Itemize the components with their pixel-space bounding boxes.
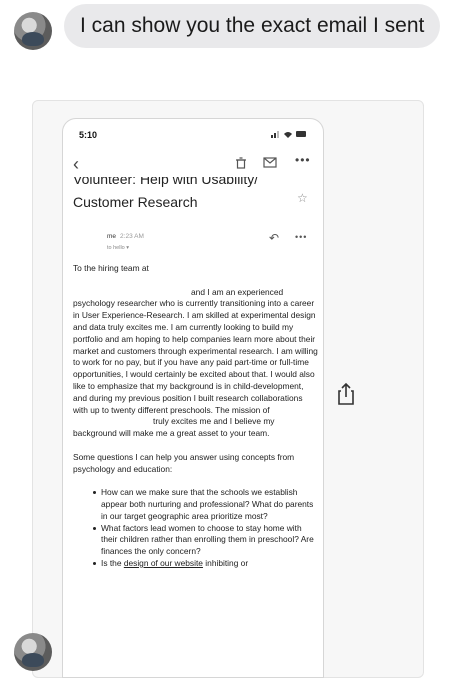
message-more-icon[interactable]: •••	[295, 232, 307, 242]
question-list: How can we make sure that the schools we…	[93, 487, 318, 570]
mail-icon[interactable]	[263, 157, 277, 168]
website-link[interactable]: design of our website	[124, 558, 203, 568]
list-item: Is the design of our website inhibiting …	[93, 558, 318, 570]
email-toolbar: ‹ •••	[63, 149, 323, 175]
sender-line: me 2:23 AM	[107, 233, 144, 240]
more-options-icon[interactable]: •••	[295, 153, 311, 167]
email-subject-partial: Volunteer: Help with Usability/	[73, 177, 259, 187]
paragraph-2: Some questions I can help you answer usi…	[73, 451, 295, 474]
list-item: How can we make sure that the schools we…	[93, 487, 318, 522]
message-text: I can show you the exact email I sent	[80, 14, 425, 37]
greeting: To the hiring team at	[73, 263, 149, 273]
share-icon[interactable]	[336, 382, 356, 406]
status-bar: 5:10	[63, 119, 323, 145]
avatar[interactable]	[14, 12, 52, 50]
email-screenshot: 5:10 ‹ ••• Volunteer: Help with Usabilit…	[62, 118, 324, 678]
reply-icon[interactable]: ↶	[269, 231, 279, 245]
star-icon[interactable]: ☆	[297, 191, 308, 205]
list-item: What factors lead women to choose to sta…	[93, 523, 318, 558]
signal-wifi-battery-icon	[271, 131, 306, 138]
recipient-line[interactable]: to hello ▾	[107, 245, 129, 251]
trash-icon[interactable]	[235, 157, 247, 169]
status-time: 5:10	[79, 130, 98, 140]
sent-time: 2:23 AM	[120, 233, 144, 240]
email-subject: Customer Research	[73, 194, 198, 210]
avatar[interactable]	[14, 633, 52, 671]
paragraph-1: and I am an experienced psychology resea…	[73, 286, 318, 439]
sender-name: me	[107, 233, 117, 240]
back-arrow-icon[interactable]: ‹	[73, 154, 79, 175]
message-bubble[interactable]: I can show you the exact email I sent	[64, 4, 440, 48]
email-body: To the hiring team at and I am an experi…	[73, 263, 318, 570]
